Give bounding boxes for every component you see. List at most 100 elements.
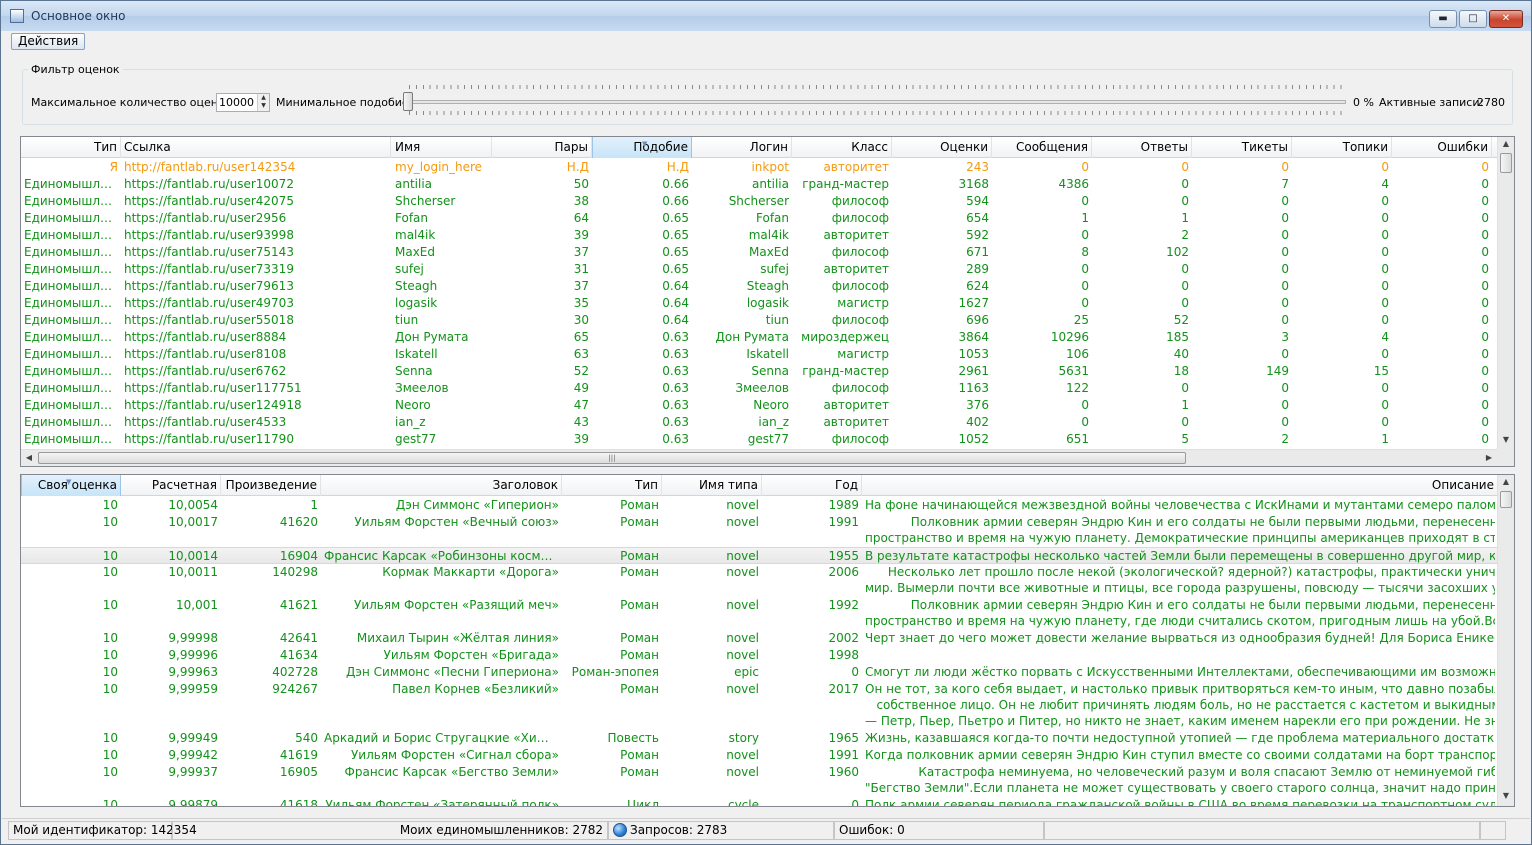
- col-header-year[interactable]: Год: [762, 475, 862, 496]
- table-row[interactable]: Единомышлен... https://fantlab.ru/user810…: [21, 346, 1499, 363]
- cell-similarity: 0.63: [662, 347, 689, 361]
- table-row[interactable]: Единомышлен... https://fantlab.ru/user676…: [21, 363, 1499, 380]
- max-ratings-value[interactable]: 10000: [219, 96, 254, 109]
- table-row[interactable]: 10 9,99937 16905 Франсис Карсак «Бегство Зе…: [21, 764, 1499, 797]
- users-horizontal-scrollbar[interactable]: ◀ ||| ▶: [21, 449, 1499, 466]
- similarity-slider-thumb[interactable]: [403, 92, 413, 111]
- cell-messages: 0: [1081, 194, 1089, 208]
- col-header-messages[interactable]: Сообщения: [992, 137, 1092, 158]
- scroll-up-icon[interactable]: ▲: [1498, 477, 1514, 486]
- table-row[interactable]: 10 9,99996 41634 Уильям Форстен «Бригада» Ро…: [21, 647, 1499, 664]
- table-row[interactable]: 10 9,99963 402728 Дэн Симмонс «Песни Гипери…: [21, 664, 1499, 681]
- table-row[interactable]: Единомышлен... https://fantlab.ru/user733…: [21, 261, 1499, 278]
- table-row[interactable]: Единомышлен... https://fantlab.ru/user497…: [21, 295, 1499, 312]
- col-header-login[interactable]: Логин: [692, 137, 792, 158]
- works-vertical-scrollbar[interactable]: ▲ ▼: [1497, 475, 1514, 806]
- col-header-own-rating[interactable]: Своя оценка ▼: [21, 475, 121, 496]
- cell-tickets: 3: [1281, 330, 1289, 344]
- col-header-title[interactable]: Заголовок: [321, 475, 562, 496]
- col-header-topics[interactable]: Топики: [1292, 137, 1392, 158]
- table-row[interactable]: Единомышлен... https://fantlab.ru/user888…: [21, 329, 1499, 346]
- scroll-right-icon[interactable]: ▶: [1481, 453, 1497, 462]
- scroll-up-icon[interactable]: ▲: [1498, 139, 1514, 148]
- col-header-description[interactable]: Описание: [862, 475, 1498, 496]
- max-ratings-spinner[interactable]: 10000 ▲ ▼: [216, 93, 270, 112]
- col-header-type-name[interactable]: Имя типа: [662, 475, 762, 496]
- works-table[interactable]: Своя оценка ▼ Расчетная Произведение Заголов…: [20, 474, 1515, 807]
- col-header-errors[interactable]: Ошибки: [1392, 137, 1492, 158]
- scroll-down-icon[interactable]: ▼: [1498, 435, 1514, 444]
- cell-topics: 0: [1381, 398, 1389, 412]
- col-header-tickets[interactable]: Тикеты: [1192, 137, 1292, 158]
- table-row[interactable]: 10 10,0014 16904 Франсис Карсак «Робинзоны …: [21, 547, 1499, 564]
- table-row[interactable]: 10 9,99959 924267 Павел Корнев «Безликий» Ро…: [21, 681, 1499, 730]
- cell-tickets: 2: [1281, 432, 1289, 446]
- cell-title: Уильям Форстен «Разящий меч»: [354, 598, 559, 612]
- cell-type: Единомышлен...: [24, 347, 121, 361]
- table-row[interactable]: 10 10,0054 1 Дэн Симмонс «Гиперион» Роман nov…: [21, 497, 1499, 514]
- cell-name: antilia: [395, 177, 433, 191]
- users-vscroll-thumb[interactable]: [1500, 153, 1512, 173]
- cell-messages: 0: [1081, 415, 1089, 429]
- cell-topics: 1: [1381, 432, 1389, 446]
- works-vscroll-thumb[interactable]: [1500, 491, 1512, 508]
- table-row[interactable]: Единомышлен... https://fantlab.ru/user550…: [21, 312, 1499, 329]
- cell-tickets: 149: [1266, 364, 1289, 378]
- col-header-name[interactable]: Имя: [392, 137, 492, 158]
- table-row[interactable]: Единомышлен... https://fantlab.ru/user117…: [21, 431, 1499, 448]
- table-row[interactable]: Яhttp://fantlab.ru/user142354 my_login_he…: [21, 159, 1499, 176]
- table-row[interactable]: Единомышлен... https://fantlab.ru/user124…: [21, 397, 1499, 414]
- col-header-type[interactable]: Тип: [21, 137, 121, 158]
- table-row[interactable]: 10 9,99949 540 Аркадий и Борис Стругацкие «…: [21, 730, 1499, 747]
- table-row[interactable]: 10 9,99942 41619 Уильям Форстен «Сигнал сбо…: [21, 747, 1499, 764]
- table-row[interactable]: Единомышлен... https://fantlab.ru/user420…: [21, 193, 1499, 210]
- title-bar[interactable]: Основное окно ▬ □ ✕: [1, 1, 1531, 31]
- users-vertical-scrollbar[interactable]: ▲ ▼: [1497, 137, 1514, 451]
- maximize-button[interactable]: □: [1459, 10, 1487, 28]
- table-row[interactable]: Единомышлен... https://fantlab.ru/user117…: [21, 380, 1499, 397]
- cell-tickets: 0: [1281, 347, 1289, 361]
- users-table[interactable]: Тип Ссылка Имя Пары Подобие ▼ Логин Класс Оценки…: [20, 136, 1515, 467]
- cell-year: 2002: [828, 631, 859, 645]
- table-row[interactable]: 10 9,99879 41618 Уильям Форстен «Затерянный…: [21, 797, 1499, 807]
- status-like-minded: Моих единомышленников: 2782: [172, 821, 608, 840]
- table-row[interactable]: Единомышлен... https://fantlab.ru/user100…: [21, 176, 1499, 193]
- scroll-down-icon[interactable]: ▼: [1498, 791, 1514, 800]
- table-row[interactable]: Единомышлен... https://fantlab.ru/user453…: [21, 414, 1499, 431]
- users-hscroll-thumb[interactable]: |||: [38, 452, 1186, 464]
- table-row[interactable]: Единомышлен... https://fantlab.ru/user295…: [21, 210, 1499, 227]
- col-header-type[interactable]: Тип: [562, 475, 662, 496]
- cell-title: Франсис Карсак «Бегство Земли»: [344, 765, 559, 779]
- description-line: Полковник армии северян Эндрю Кин и его …: [865, 598, 1495, 612]
- cell-link: https://fantlab.ru/user4533: [124, 415, 287, 429]
- col-header-similarity[interactable]: Подобие ▼: [592, 137, 692, 158]
- col-header-class[interactable]: Класс: [792, 137, 892, 158]
- minimize-button[interactable]: ▬: [1429, 10, 1457, 28]
- close-button[interactable]: ✕: [1489, 10, 1523, 28]
- col-header-calculated[interactable]: Расчетная: [121, 475, 221, 496]
- col-header-pairs[interactable]: Пары: [492, 137, 592, 158]
- cell-topics: 0: [1381, 228, 1389, 242]
- cell-type: Единомышлен...: [24, 228, 121, 242]
- table-row[interactable]: Единомышлен... https://fantlab.ru/user796…: [21, 278, 1499, 295]
- spinner-arrows-icon[interactable]: ▲ ▼: [257, 94, 269, 111]
- similarity-slider[interactable]: [406, 100, 1346, 104]
- cell-topics: 0: [1381, 347, 1389, 361]
- scroll-left-icon[interactable]: ◀: [21, 453, 37, 462]
- table-row[interactable]: 10 9,99998 42641 Михаил Тырин «Жёлтая линия…: [21, 630, 1499, 647]
- cell-errors: 0: [1481, 177, 1489, 191]
- col-header-link[interactable]: Ссылка: [121, 137, 391, 158]
- table-row[interactable]: 10 10,0011 140298 Кормак Маккарти «Дорога» Р…: [21, 564, 1499, 597]
- col-header-replies[interactable]: Ответы: [1092, 137, 1192, 158]
- col-header-ratings[interactable]: Оценки: [892, 137, 992, 158]
- table-row[interactable]: 10 10,001 41621 Уильям Форстен «Разящий меч…: [21, 597, 1499, 630]
- col-header-work-id[interactable]: Произведение: [221, 475, 321, 496]
- table-row[interactable]: Единомышлен... https://fantlab.ru/user751…: [21, 244, 1499, 261]
- cell-calculated: 9,99879: [168, 798, 218, 807]
- table-row[interactable]: 10 10,0017 41620 Уильям Форстен «Вечный сою…: [21, 514, 1499, 547]
- cell-type-name: novel: [726, 748, 759, 762]
- cell-link: https://fantlab.ru/user2956: [124, 211, 287, 225]
- menu-actions[interactable]: Действия: [11, 33, 86, 50]
- table-row[interactable]: Единомышлен... https://fantlab.ru/user939…: [21, 227, 1499, 244]
- cell-ratings: 654: [966, 211, 989, 225]
